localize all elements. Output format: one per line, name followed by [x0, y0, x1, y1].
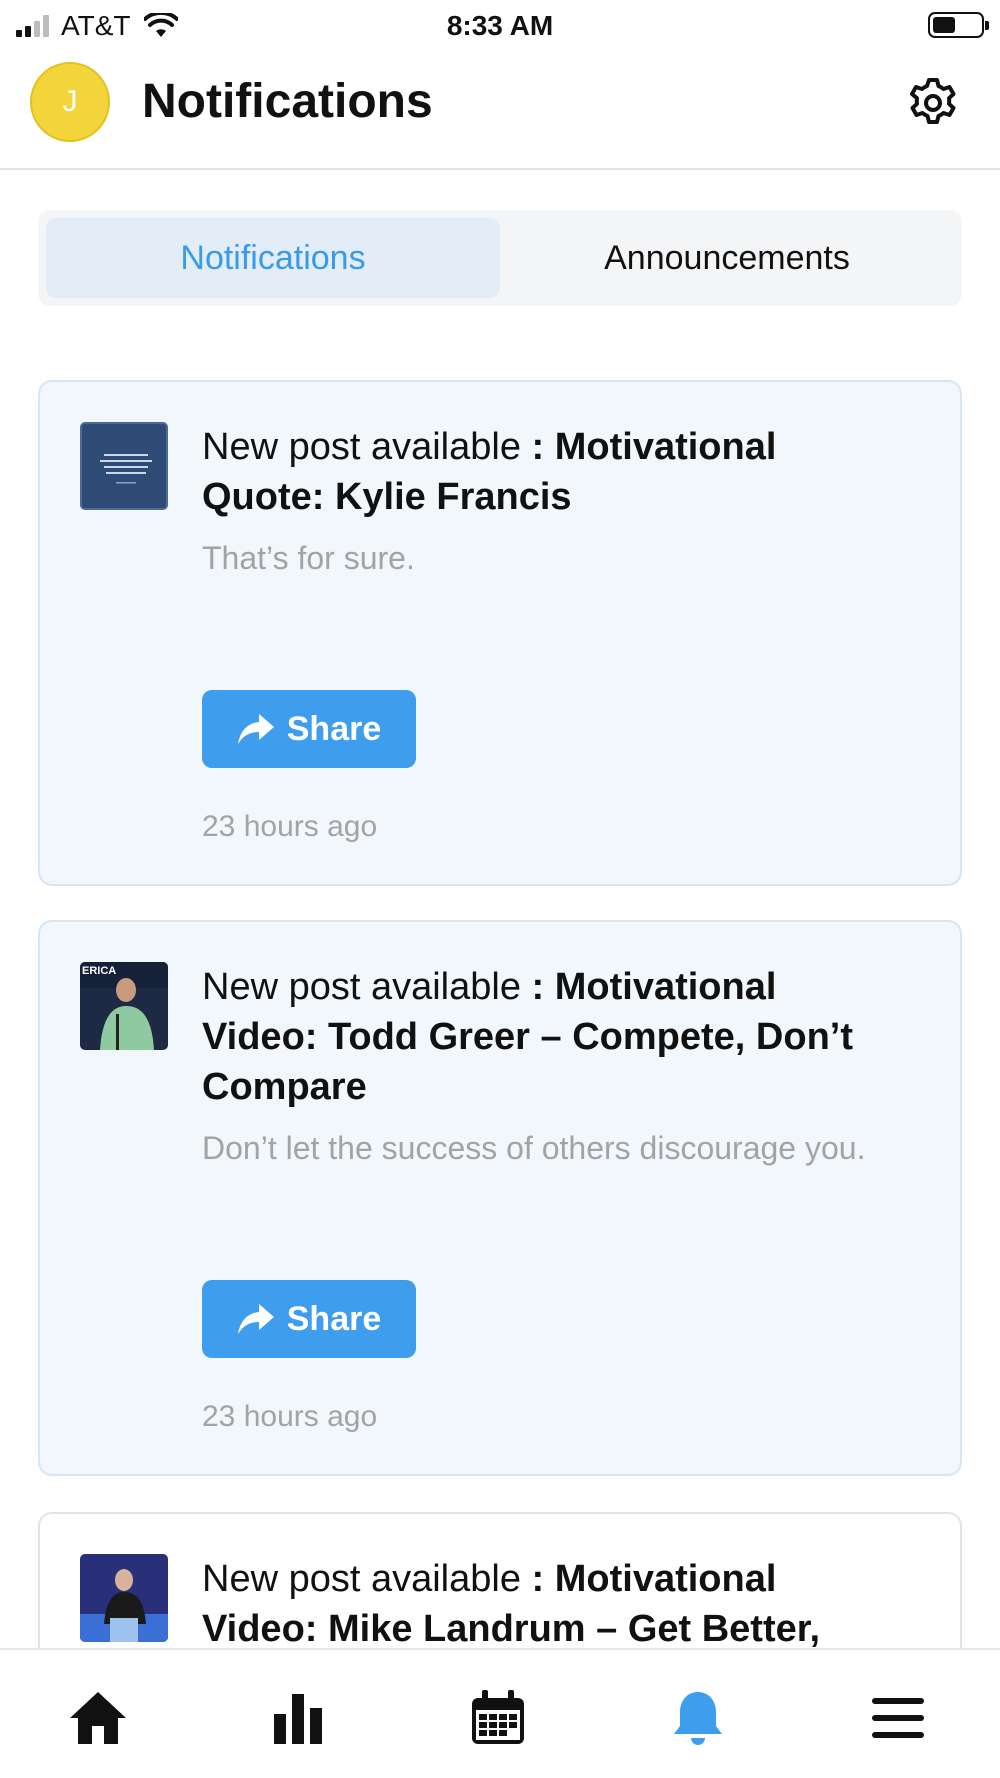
video-thumbnail[interactable] [80, 1554, 168, 1642]
card-title: New post available : Motivational Quote:… [202, 426, 777, 518]
share-arrow-icon [237, 1304, 274, 1334]
video-stage-image-icon [80, 1554, 168, 1642]
notification-card[interactable]: ERICA New post available : Motivational … [38, 920, 962, 1476]
page-title: Notifications [142, 75, 433, 128]
nav-calendar[interactable] [466, 1686, 530, 1750]
share-label: Share [286, 1299, 382, 1338]
tab-announcements[interactable]: Announcements [500, 218, 954, 298]
card-content: New post available : Motivational Video:… [202, 1554, 900, 1654]
nav-menu[interactable] [866, 1686, 930, 1750]
video-speaker-image-icon: ERICA [80, 962, 168, 1050]
bar-chart-icon [274, 1694, 322, 1744]
card-description: That’s for sure. [202, 540, 415, 576]
share-button[interactable]: Share [202, 1280, 416, 1358]
tab-notifications[interactable]: Notifications [46, 218, 500, 298]
status-time: 8:33 AM [446, 10, 554, 41]
battery-icon [928, 12, 989, 38]
header: J Notifications [0, 50, 1000, 170]
avatar[interactable]: J [30, 62, 110, 142]
bottom-nav [0, 1648, 1000, 1778]
share-button[interactable]: Share [202, 690, 416, 768]
share-label: Share [286, 709, 382, 748]
status-bar: AT&T 8:33 AM [0, 0, 1000, 50]
nav-notifications[interactable] [666, 1686, 730, 1750]
card-timestamp: 23 hours ago [202, 1400, 378, 1433]
card-content: New post available : Motivational Video:… [202, 962, 900, 1172]
card-title: New post available : Motivational Video:… [202, 966, 853, 1108]
bell-icon [674, 1692, 722, 1745]
nav-stats[interactable] [266, 1686, 330, 1750]
gear-icon[interactable] [906, 76, 960, 130]
card-description: Don’t let the success of others discoura… [202, 1130, 866, 1166]
nav-home[interactable] [66, 1686, 130, 1750]
home-icon [70, 1692, 126, 1744]
video-thumbnail[interactable]: ERICA [80, 962, 168, 1050]
notification-card[interactable]: New post available : Motivational Quote:… [38, 380, 962, 886]
card-title: New post available : Motivational Video:… [202, 1558, 821, 1650]
tab-bar: Notifications Announcements [38, 210, 962, 306]
quote-image-icon [82, 424, 166, 508]
thumbnail-caption: ERICA [82, 965, 116, 977]
share-arrow-icon [237, 714, 274, 744]
menu-icon [872, 1698, 924, 1738]
card-timestamp: 23 hours ago [202, 810, 378, 843]
calendar-icon [472, 1690, 524, 1744]
card-content: New post available : Motivational Quote:… [202, 422, 900, 582]
quote-thumbnail[interactable] [80, 422, 168, 510]
